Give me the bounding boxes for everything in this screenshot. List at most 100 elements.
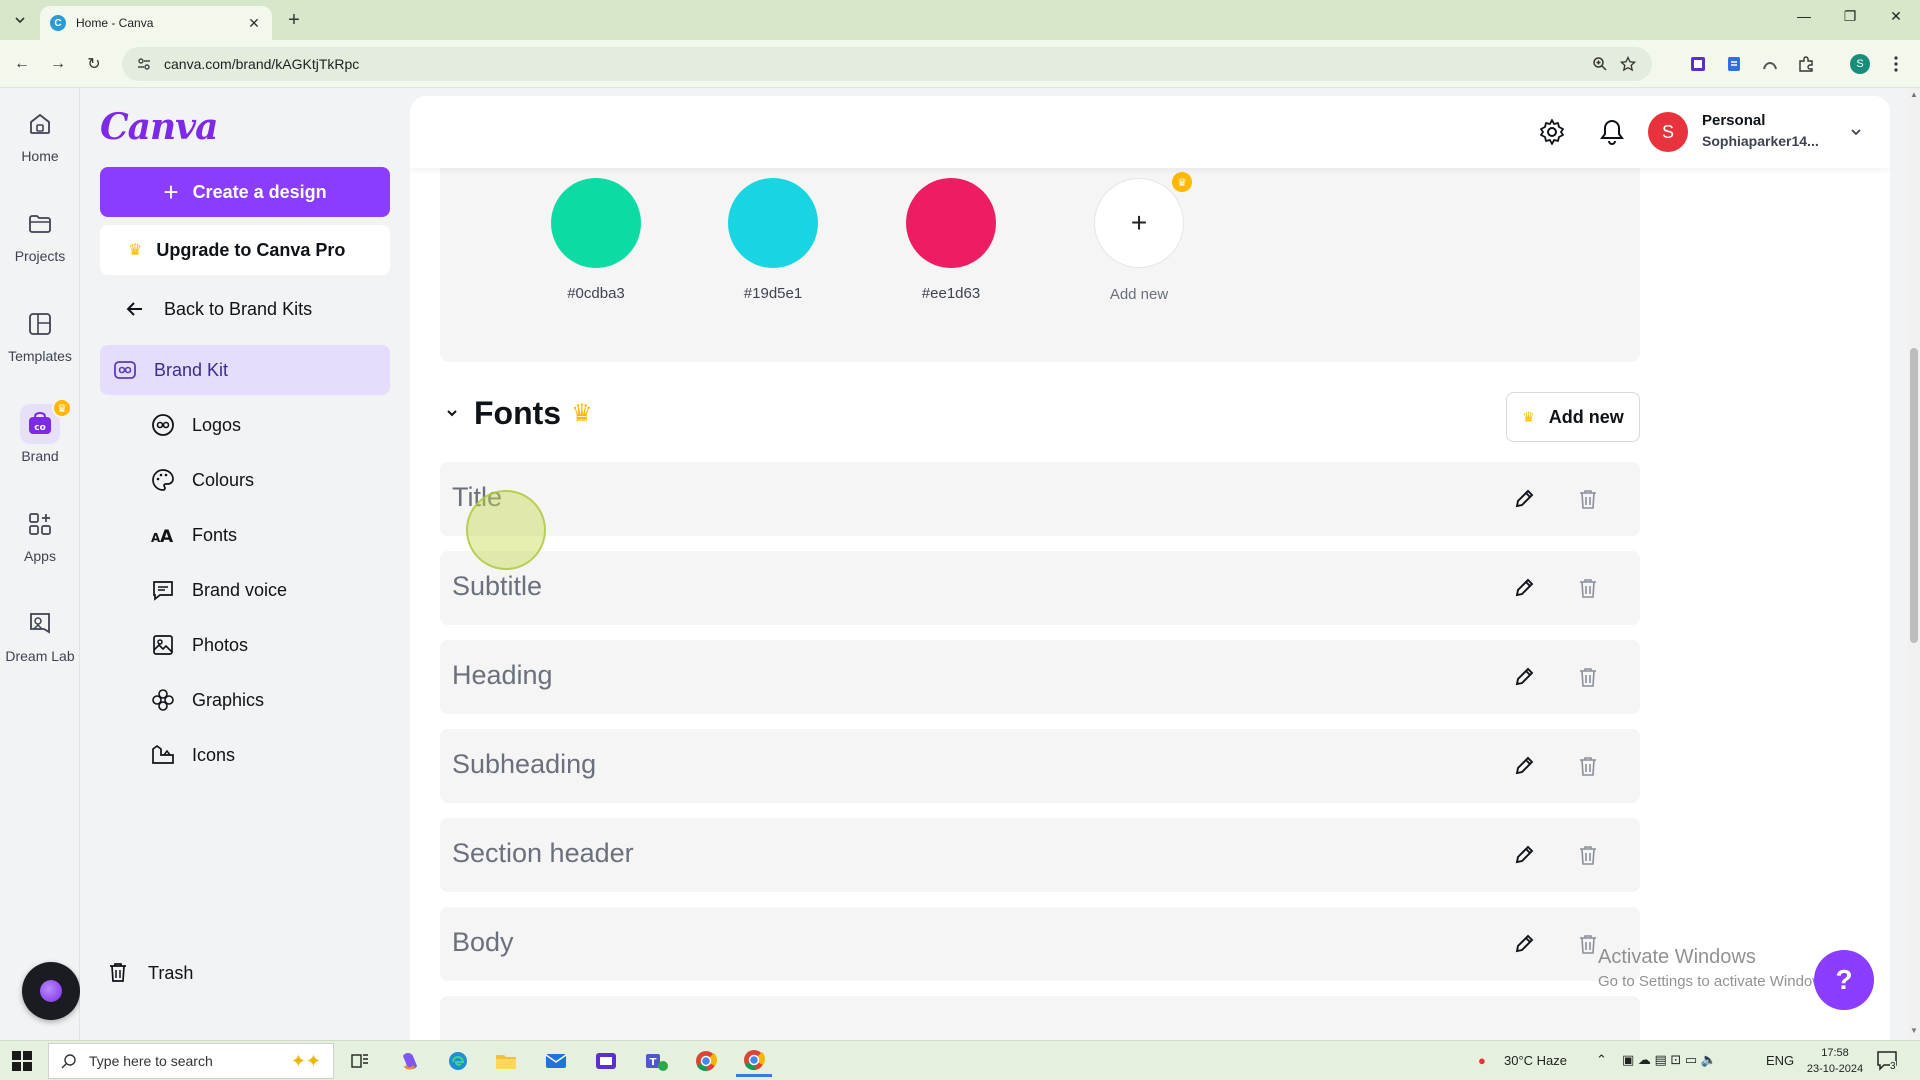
- edge-icon[interactable]: [440, 1045, 476, 1077]
- chrome-icon[interactable]: [688, 1045, 724, 1077]
- back-icon[interactable]: ←: [10, 52, 34, 76]
- canva-assistant-button[interactable]: [22, 962, 80, 1020]
- rail-item-templates[interactable]: Templates: [0, 304, 80, 364]
- weather-icon[interactable]: ●: [1478, 1053, 1486, 1068]
- language-indicator[interactable]: ENG: [1766, 1053, 1794, 1068]
- site-info-icon[interactable]: [134, 54, 154, 74]
- sidebar-item-brand-voice[interactable]: Brand voice: [100, 567, 390, 613]
- font-row-subtitle[interactable]: Subtitle: [440, 551, 1640, 625]
- tab-list-chevron-icon[interactable]: [8, 8, 32, 32]
- pencil-icon[interactable]: [1510, 574, 1538, 602]
- font-row-subheading[interactable]: Subheading: [440, 729, 1640, 803]
- taskbar-app-purple-icon[interactable]: [588, 1045, 624, 1077]
- rail-item-home[interactable]: Home: [0, 104, 80, 164]
- extension-1-icon[interactable]: [1686, 52, 1710, 76]
- sidebar-item-colours[interactable]: Colours: [100, 457, 390, 503]
- extension-2-icon[interactable]: [1722, 52, 1746, 76]
- back-to-brand-kits-link[interactable]: Back to Brand Kits: [100, 284, 390, 334]
- settings-gear-icon[interactable]: [1536, 116, 1568, 148]
- pencil-icon[interactable]: [1510, 930, 1538, 958]
- trash-icon[interactable]: [1574, 663, 1602, 691]
- add-colour-button[interactable]: +: [1094, 178, 1184, 268]
- teams-icon[interactable]: T: [638, 1045, 674, 1077]
- sidebar-item-icons[interactable]: Icons: [100, 732, 390, 778]
- sidebar-item-logos[interactable]: Logos: [100, 402, 390, 448]
- taskbar-search-input[interactable]: Type here to search ✦✦: [48, 1043, 334, 1079]
- pencil-icon[interactable]: [1510, 485, 1538, 513]
- font-row-heading[interactable]: Heading: [440, 640, 1640, 714]
- windows-start-icon[interactable]: [12, 1051, 32, 1071]
- font-row-title[interactable]: Title: [440, 462, 1640, 536]
- upgrade-pro-button[interactable]: ♛ Upgrade to Canva Pro: [100, 225, 390, 275]
- browser-menu-icon[interactable]: [1884, 52, 1908, 76]
- colour-swatch[interactable]: [728, 178, 818, 268]
- tray-icons[interactable]: ▣ ☁ ▤ ⊡ ▭ 🔈: [1622, 1052, 1717, 1068]
- scrollbar-thumb[interactable]: [1910, 348, 1918, 643]
- taskbar-clock[interactable]: 17:58 23-10-2024: [1800, 1045, 1870, 1077]
- account-avatar[interactable]: S: [1648, 112, 1688, 152]
- rail-item-apps[interactable]: Apps: [0, 504, 80, 564]
- account-email[interactable]: Sophiaparker14...: [1702, 133, 1819, 149]
- zoom-icon[interactable]: [1586, 50, 1614, 78]
- sidebar-item-brand-kit[interactable]: Brand Kit: [100, 345, 390, 395]
- minimize-button[interactable]: —: [1784, 8, 1824, 24]
- trash-icon[interactable]: [1574, 841, 1602, 869]
- tab-close-icon[interactable]: ✕: [246, 15, 262, 32]
- chrome-active-icon[interactable]: [736, 1045, 772, 1077]
- create-design-button[interactable]: + Create a design: [100, 167, 390, 217]
- mail-icon[interactable]: [538, 1045, 574, 1077]
- bookmark-star-icon[interactable]: [1614, 50, 1642, 78]
- watermark-line-1: Activate Windows: [1598, 946, 1756, 968]
- font-row-section-header[interactable]: Section header: [440, 818, 1640, 892]
- help-button[interactable]: ?: [1814, 950, 1874, 1010]
- extension-3-icon[interactable]: [1758, 52, 1782, 76]
- page-scrollbar[interactable]: ▲ ▼: [1908, 88, 1920, 1040]
- copilot-icon[interactable]: [392, 1045, 428, 1077]
- rail-item-dream-lab[interactable]: Dream Lab: [0, 604, 80, 664]
- photo-icon: [150, 632, 176, 658]
- task-view-icon[interactable]: [342, 1045, 378, 1077]
- brand-kit-label: Brand Kit: [154, 359, 229, 380]
- trash-link[interactable]: Trash: [106, 960, 193, 986]
- chevron-down-icon[interactable]: [440, 401, 464, 425]
- rail-item-brand[interactable]: co ♛ Brand: [0, 398, 80, 464]
- watermark-line-2: Go to Settings to activate Windows.: [1598, 973, 1835, 990]
- font-row-body[interactable]: Body: [440, 907, 1640, 981]
- notification-bell-icon[interactable]: [1596, 116, 1628, 148]
- address-bar[interactable]: canva.com/brand/kAGKtjTkRpc: [122, 47, 1652, 81]
- pencil-icon[interactable]: [1510, 752, 1538, 780]
- chevron-down-icon[interactable]: [1844, 120, 1868, 144]
- notification-center-icon[interactable]: 3: [1876, 1049, 1902, 1073]
- profile-button[interactable]: S: [1848, 52, 1872, 76]
- sidebar-item-fonts[interactable]: AA Fonts: [100, 512, 390, 558]
- canva-logo[interactable]: Canva: [100, 106, 218, 148]
- pencil-icon[interactable]: [1510, 841, 1538, 869]
- scroll-down-icon[interactable]: ▼: [1910, 1026, 1918, 1036]
- colour-swatch[interactable]: [906, 178, 996, 268]
- colour-swatch[interactable]: [551, 178, 641, 268]
- font-row-label: Subheading: [452, 749, 597, 779]
- trash-icon[interactable]: [1574, 485, 1602, 513]
- rail-item-projects[interactable]: Projects: [0, 204, 80, 264]
- font-row-partial[interactable]: [440, 996, 1640, 1040]
- sidebar-item-photos[interactable]: Photos: [100, 622, 390, 668]
- scroll-up-icon[interactable]: ▲: [1910, 90, 1918, 100]
- sidebar-item-graphics[interactable]: Graphics: [100, 677, 390, 723]
- add-font-button[interactable]: ♛ Add new: [1506, 392, 1640, 442]
- account-name[interactable]: Personal: [1702, 112, 1765, 129]
- new-tab-button[interactable]: +: [282, 8, 306, 32]
- trash-icon[interactable]: [1574, 574, 1602, 602]
- pencil-icon[interactable]: [1510, 663, 1538, 691]
- forward-icon[interactable]: →: [46, 52, 70, 76]
- activate-windows-watermark: Activate Windows Go to Settings to activ…: [1598, 946, 1835, 990]
- restore-button[interactable]: ❐: [1830, 8, 1870, 25]
- file-explorer-icon[interactable]: [488, 1045, 524, 1077]
- weather-text[interactable]: 30°C Haze: [1504, 1053, 1567, 1068]
- browser-tab[interactable]: C Home - Canva ✕: [40, 6, 272, 40]
- close-window-button[interactable]: ✕: [1876, 8, 1916, 25]
- tray-expand-icon[interactable]: ⌃: [1596, 1052, 1607, 1068]
- extensions-puzzle-icon[interactable]: [1794, 52, 1818, 76]
- trash-icon[interactable]: [1574, 752, 1602, 780]
- fonts-section-header[interactable]: Fonts ♛: [440, 388, 593, 438]
- reload-icon[interactable]: ↻: [82, 52, 106, 76]
